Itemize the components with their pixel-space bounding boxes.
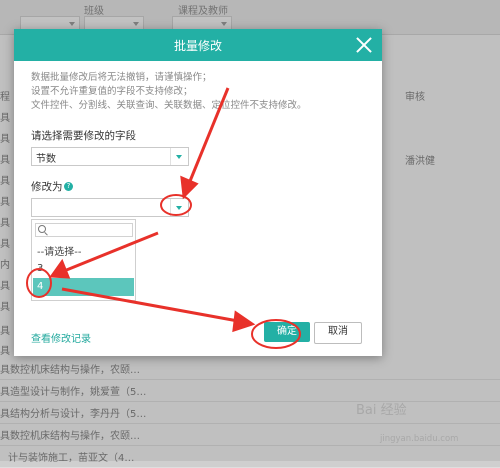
dropdown-option-3[interactable]: 3 <box>33 260 134 278</box>
dialog-title: 批量修改 <box>173 39 222 53</box>
dialog-header: 批量修改 <box>14 29 382 61</box>
modify-to-label: 修改为 <box>31 181 63 193</box>
dropdown-search-input[interactable] <box>35 223 133 237</box>
confirm-button[interactable]: 确定 <box>264 322 310 342</box>
value-dropdown-list: --请选择-- 3 4 <box>31 219 136 301</box>
search-icon <box>38 225 46 233</box>
option-label: 4 <box>37 281 44 292</box>
chevron-down-icon[interactable] <box>170 148 188 165</box>
cancel-button[interactable]: 取消 <box>314 322 362 344</box>
option-label: 3 <box>37 263 44 274</box>
dropdown-option-4[interactable]: 4 <box>33 278 134 296</box>
field-select-value: 节数 <box>36 154 56 165</box>
watermark-logo: Bai 经验 <box>356 403 407 418</box>
option-label: --请选择-- <box>37 247 82 258</box>
field-select-label: 请选择需要修改的字段 <box>31 130 136 142</box>
dropdown-option-placeholder[interactable]: --请选择-- <box>33 240 134 258</box>
notice-line: 设置不允许重复值的字段不支持修改； <box>31 86 193 97</box>
help-icon[interactable]: ? <box>64 182 73 191</box>
chevron-down-icon[interactable] <box>170 199 188 216</box>
field-select[interactable]: 节数 <box>31 147 189 166</box>
modify-value-select[interactable] <box>31 198 189 217</box>
notice-line: 文件控件、分割线、关联查询、关联数据、定位控件不支持修改。 <box>31 100 307 111</box>
batch-edit-dialog: 批量修改 数据批量修改后将无法撤销，请谨慎操作； 设置不允许重复值的字段不支持修… <box>14 29 382 356</box>
notice-line: 数据批量修改后将无法撤销，请谨慎操作； <box>31 72 212 83</box>
view-history-link[interactable]: 查看修改记录 <box>31 330 91 345</box>
close-icon[interactable] <box>354 35 374 55</box>
warning-notice: 数据批量修改后将无法撤销，请谨慎操作； 设置不允许重复值的字段不支持修改； 文件… <box>31 71 307 113</box>
watermark-url: jingyan.baidu.com <box>380 434 459 444</box>
